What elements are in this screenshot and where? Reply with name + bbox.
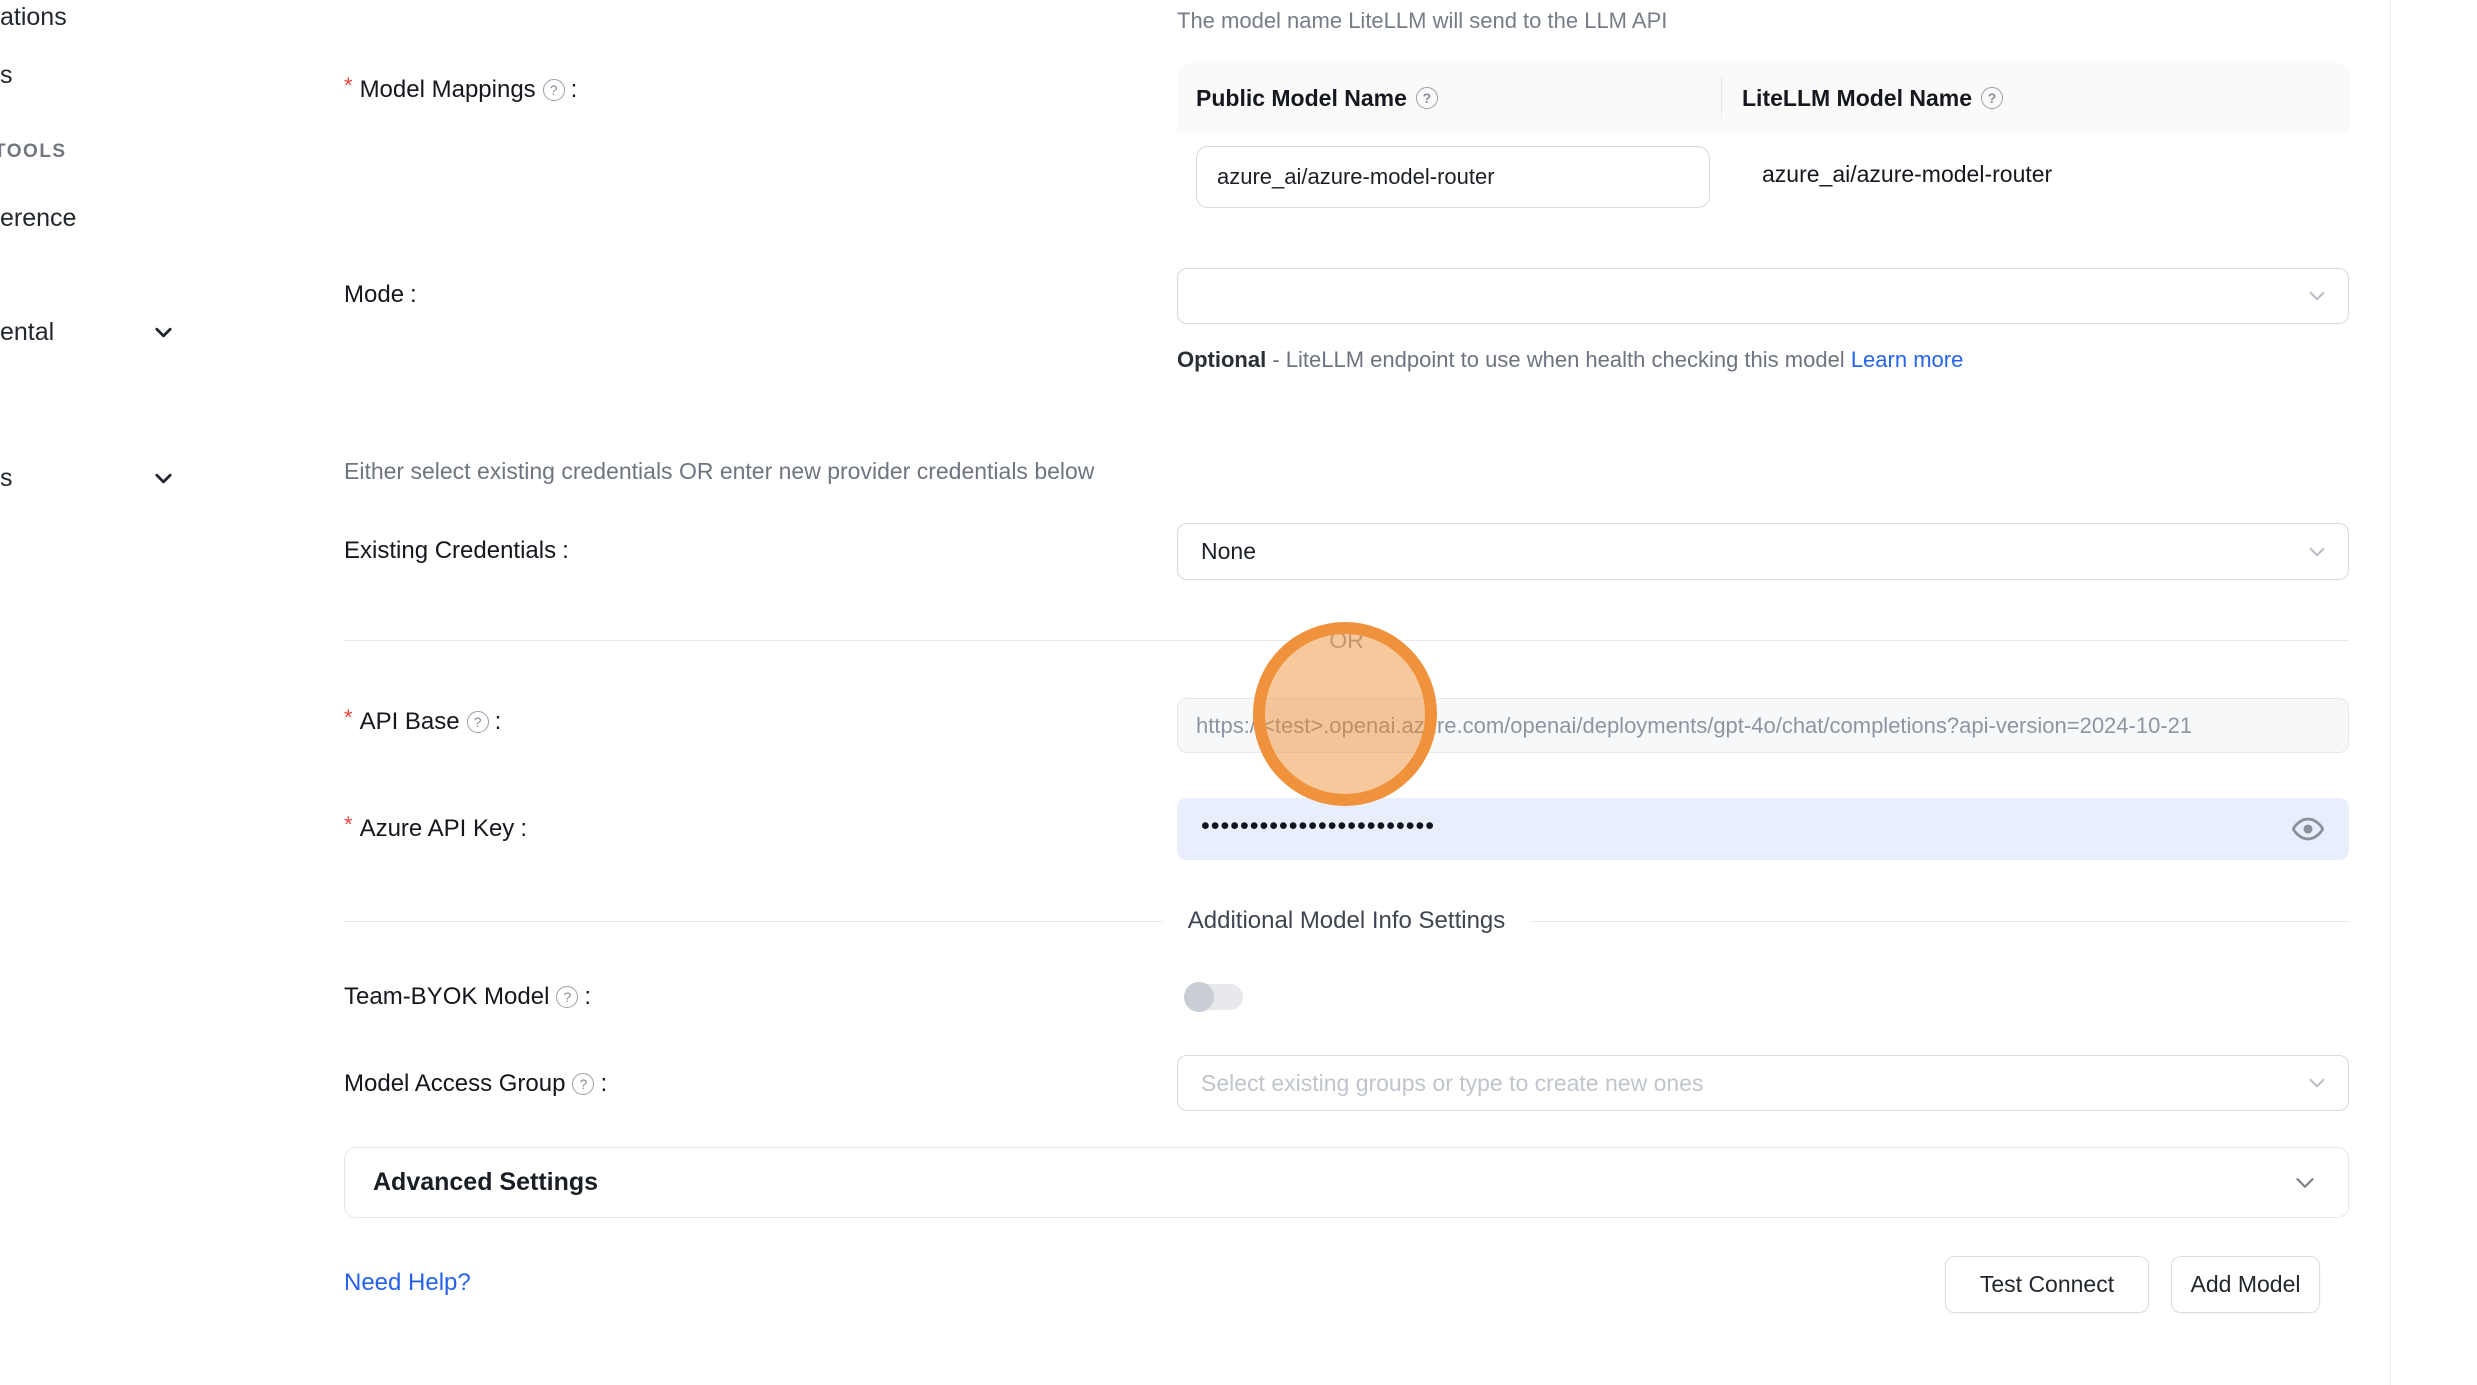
sidebar-item-organizations[interactable]: ations <box>0 2 67 32</box>
field-label-text: Model Access Group <box>344 1066 565 1102</box>
model-mappings-table-body: azure_ai/azure-model-router azure_ai/azu… <box>1177 133 2349 245</box>
additional-info-divider-text: Additional Model Info Settings <box>1188 907 1506 935</box>
sidebar-item-reference[interactable]: erence <box>0 203 76 233</box>
help-icon[interactable]: ? <box>467 711 489 733</box>
sidebar-item-1[interactable]: s <box>0 60 13 90</box>
label-colon: : <box>600 1066 607 1102</box>
help-icon[interactable]: ? <box>572 1073 594 1095</box>
click-indicator <box>1253 622 1437 806</box>
additional-info-divider: Additional Model Info Settings <box>344 903 2349 939</box>
required-marker: * <box>344 76 353 96</box>
sidebar: ations s TOOLS erence ental s <box>0 0 301 1385</box>
optional-bold: Optional <box>1177 347 1266 372</box>
existing-credentials-select[interactable]: None <box>1177 523 2349 580</box>
field-label-text: API Base <box>360 704 460 740</box>
model-mappings-label: * Model Mappings ? : <box>344 72 577 108</box>
divider-line <box>344 921 1162 922</box>
chevron-down-icon <box>2304 1070 2330 1096</box>
litellm-model-name-header: LiteLLM Model Name ? <box>1722 85 2349 112</box>
header-text: Public Model Name <box>1196 85 1407 112</box>
sidebar-section-tools: TOOLS <box>0 140 67 164</box>
help-icon[interactable]: ? <box>556 986 578 1008</box>
add-model-button[interactable]: Add Model <box>2171 1256 2320 1313</box>
eye-icon[interactable] <box>2291 812 2325 846</box>
azure-api-key-input[interactable]: •••••••••••••••••••••••• <box>1177 798 2349 860</box>
advanced-settings-panel[interactable]: Advanced Settings <box>344 1147 2349 1218</box>
add-model-page: ations s TOOLS erence ental s The model … <box>0 0 2477 1385</box>
divider-line <box>1386 640 2349 641</box>
model-access-group-select[interactable]: Select existing groups or type to create… <box>1177 1055 2349 1111</box>
litellm-model-name-value: azure_ai/azure-model-router <box>1762 161 2052 188</box>
field-label-text: Existing Credentials <box>344 533 556 569</box>
toggle-knob <box>1184 982 1214 1012</box>
label-colon: : <box>562 533 569 569</box>
team-byok-label: Team-BYOK Model ? : <box>344 979 591 1015</box>
api-base-label: * API Base ? : <box>344 704 501 740</box>
divider-line <box>344 640 1307 641</box>
label-colon: : <box>571 72 578 108</box>
model-mappings-table: Public Model Name ? LiteLLM Model Name ?… <box>1177 63 2349 245</box>
model-mappings-table-header: Public Model Name ? LiteLLM Model Name ? <box>1177 63 2349 133</box>
label-colon: : <box>410 277 417 313</box>
chevron-down-icon <box>2304 283 2330 309</box>
public-model-name-header: Public Model Name ? <box>1177 85 1721 112</box>
helper-text: - LiteLLM endpoint to use when health ch… <box>1266 347 1851 372</box>
credentials-note: Either select existing credentials OR en… <box>344 458 1094 485</box>
help-icon[interactable]: ? <box>543 79 565 101</box>
help-icon[interactable]: ? <box>1981 87 2003 109</box>
public-model-name-input[interactable]: azure_ai/azure-model-router <box>1196 146 1710 208</box>
field-label-text: Azure API Key <box>360 811 515 847</box>
sidebar-item-experimental[interactable]: ental <box>0 317 54 347</box>
litellm-model-name-helper: The model name LiteLLM will send to the … <box>1177 8 1667 34</box>
azure-api-key-label: * Azure API Key : <box>344 811 527 847</box>
help-icon[interactable]: ? <box>1416 87 1438 109</box>
required-marker: * <box>344 708 353 728</box>
label-colon: : <box>584 979 591 1015</box>
masked-api-key: •••••••••••••••••••••••• <box>1201 812 1435 841</box>
learn-more-link[interactable]: Learn more <box>1851 347 1964 372</box>
mode-label: Mode : <box>344 277 417 313</box>
mode-helper-text: Optional - LiteLLM endpoint to use when … <box>1177 340 2007 380</box>
sidebar-item-settings[interactable]: s <box>0 463 13 493</box>
existing-credentials-value: None <box>1201 538 1256 565</box>
chevron-down-icon <box>2290 1168 2320 1198</box>
need-help-link[interactable]: Need Help? <box>344 1269 471 1297</box>
existing-credentials-label: Existing Credentials : <box>344 533 569 569</box>
header-text: LiteLLM Model Name <box>1742 85 1972 112</box>
chevron-down-icon <box>150 465 177 492</box>
label-colon: : <box>495 704 502 740</box>
chevron-down-icon <box>150 319 177 346</box>
model-access-group-placeholder: Select existing groups or type to create… <box>1201 1070 1703 1097</box>
mode-select[interactable] <box>1177 268 2349 324</box>
field-label-text: Model Mappings <box>360 72 536 108</box>
model-access-group-label: Model Access Group ? : <box>344 1066 607 1102</box>
required-marker: * <box>344 815 353 835</box>
team-byok-toggle[interactable] <box>1185 984 1243 1010</box>
label-colon: : <box>520 811 527 847</box>
chevron-down-icon <box>2304 539 2330 565</box>
field-label-text: Team-BYOK Model <box>344 979 549 1015</box>
field-label-text: Mode <box>344 277 404 313</box>
test-connect-button[interactable]: Test Connect <box>1945 1256 2149 1313</box>
advanced-settings-label: Advanced Settings <box>373 1168 598 1197</box>
divider-line <box>1531 921 2349 922</box>
